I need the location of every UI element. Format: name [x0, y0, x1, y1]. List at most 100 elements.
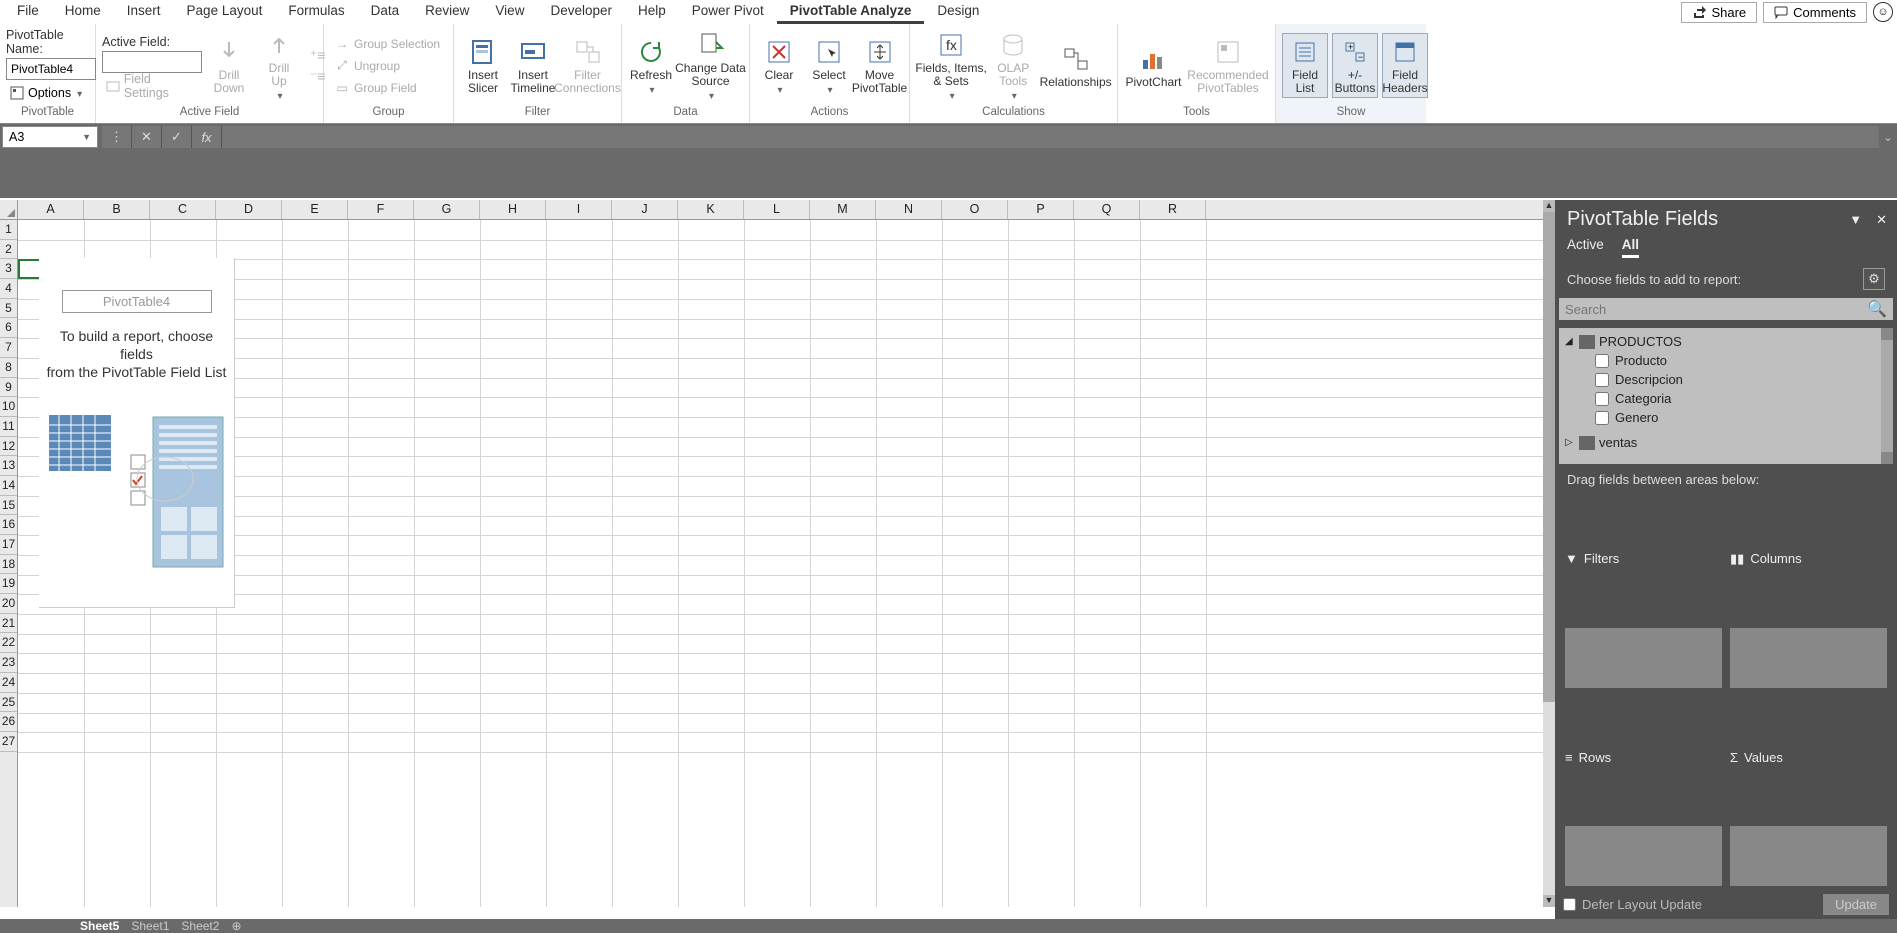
- row-header[interactable]: 15: [0, 496, 17, 516]
- row-header[interactable]: 26: [0, 712, 17, 732]
- field-genero[interactable]: Genero: [1565, 408, 1887, 427]
- column-header[interactable]: E: [282, 200, 348, 219]
- field-descripcion-checkbox[interactable]: [1595, 373, 1609, 387]
- cancel-formula-icon[interactable]: ✕: [132, 126, 162, 148]
- move-pivottable-button[interactable]: Move PivotTable: [856, 34, 903, 97]
- tab-insert[interactable]: Insert: [114, 0, 174, 24]
- tab-help[interactable]: Help: [625, 0, 679, 24]
- fields-search-input[interactable]: [1565, 302, 1867, 317]
- row-header[interactable]: 23: [0, 653, 17, 673]
- row-header[interactable]: 24: [0, 673, 17, 693]
- tab-developer[interactable]: Developer: [537, 0, 625, 24]
- sheet-tab[interactable]: Sheet2: [181, 919, 219, 933]
- row-header[interactable]: 8: [0, 358, 17, 378]
- field-genero-checkbox[interactable]: [1595, 411, 1609, 425]
- scrollbar-thumb[interactable]: [1543, 212, 1555, 702]
- collapse-icon[interactable]: ◢: [1565, 336, 1575, 347]
- row-header[interactable]: 5: [0, 299, 17, 319]
- row-header[interactable]: 13: [0, 456, 17, 476]
- pane-settings-gear-icon[interactable]: ⚙: [1863, 268, 1885, 290]
- table-productos[interactable]: ◢ PRODUCTOS: [1565, 332, 1887, 351]
- column-header[interactable]: G: [414, 200, 480, 219]
- insert-timeline-button[interactable]: Insert Timeline: [510, 34, 556, 97]
- row-header[interactable]: 19: [0, 574, 17, 594]
- row-header[interactable]: 4: [0, 279, 17, 299]
- change-data-source-button[interactable]: Change Data Source: [678, 27, 743, 104]
- tab-review[interactable]: Review: [412, 0, 482, 24]
- pane-dropdown-icon[interactable]: ▼: [1849, 212, 1862, 228]
- formula-input[interactable]: [222, 126, 1879, 148]
- column-header[interactable]: B: [84, 200, 150, 219]
- column-header[interactable]: J: [612, 200, 678, 219]
- pane-close-icon[interactable]: ✕: [1876, 212, 1887, 228]
- column-header[interactable]: O: [942, 200, 1008, 219]
- row-header[interactable]: 18: [0, 555, 17, 575]
- tab-power-pivot[interactable]: Power Pivot: [679, 0, 777, 24]
- table-ventas[interactable]: ▷ ventas: [1565, 433, 1887, 452]
- group-selection-button[interactable]: →Group Selection: [330, 33, 444, 55]
- columns-drop-area[interactable]: [1730, 628, 1887, 688]
- tab-data[interactable]: Data: [358, 0, 413, 24]
- fields-items-sets-button[interactable]: fx Fields, Items, & Sets: [916, 27, 986, 104]
- scroll-up-icon[interactable]: ▲: [1543, 200, 1555, 212]
- sheet-tab[interactable]: Sheet1: [131, 919, 169, 933]
- field-descripcion[interactable]: Descripcion: [1565, 370, 1887, 389]
- group-field-button[interactable]: ▭Group Field: [330, 77, 444, 99]
- filter-connections-button[interactable]: Filter Connections: [560, 34, 615, 97]
- scroll-down-icon[interactable]: [1881, 452, 1893, 464]
- enter-formula-icon[interactable]: ✓: [162, 126, 192, 148]
- row-header[interactable]: 7: [0, 338, 17, 358]
- column-header[interactable]: P: [1008, 200, 1074, 219]
- scroll-up-icon[interactable]: [1881, 328, 1893, 340]
- field-categoria[interactable]: Categoria: [1565, 389, 1887, 408]
- tab-home[interactable]: Home: [52, 0, 114, 24]
- pivotchart-button[interactable]: PivotChart: [1124, 41, 1183, 91]
- fx-icon[interactable]: fx: [192, 126, 222, 148]
- field-producto[interactable]: Producto: [1565, 351, 1887, 370]
- update-button[interactable]: Update: [1823, 894, 1889, 915]
- column-header[interactable]: C: [150, 200, 216, 219]
- fields-list[interactable]: ◢ PRODUCTOS Producto Descripcion Categor…: [1559, 328, 1893, 464]
- grid[interactable]: PivotTable4 To build a report, choose fi…: [18, 220, 1543, 907]
- relationships-button[interactable]: Relationships: [1040, 41, 1111, 91]
- expand-formula-bar-icon[interactable]: ⌄: [1879, 131, 1897, 144]
- row-header[interactable]: 17: [0, 535, 17, 555]
- select-button[interactable]: Select: [806, 34, 852, 98]
- tab-file[interactable]: File: [4, 0, 52, 24]
- row-header[interactable]: 1: [0, 220, 17, 240]
- formula-dropdown-icon[interactable]: ⋮: [102, 126, 132, 148]
- column-headers[interactable]: ABCDEFGHIJKLMNOPQR: [18, 200, 1543, 220]
- field-list-button[interactable]: Field List: [1282, 33, 1328, 98]
- defer-layout-checkbox[interactable]: Defer Layout Update: [1563, 897, 1702, 912]
- row-header[interactable]: 11: [0, 417, 17, 437]
- row-header[interactable]: 14: [0, 476, 17, 496]
- column-header[interactable]: K: [678, 200, 744, 219]
- pane-tab-active[interactable]: Active: [1567, 237, 1604, 258]
- column-header[interactable]: H: [480, 200, 546, 219]
- tab-pivottable-analyze[interactable]: PivotTable Analyze: [777, 0, 925, 24]
- row-header[interactable]: 27: [0, 732, 17, 752]
- pivottable-name-input[interactable]: [6, 58, 96, 80]
- drill-up-button[interactable]: Drill Up: [256, 27, 302, 104]
- feedback-smiley-icon[interactable]: ☺: [1873, 2, 1893, 22]
- fields-scrollbar[interactable]: [1881, 328, 1893, 464]
- expand-icon[interactable]: ▷: [1565, 437, 1575, 448]
- row-header[interactable]: 3: [0, 259, 17, 279]
- column-header[interactable]: R: [1140, 200, 1206, 219]
- plus-minus-buttons-button[interactable]: +− +/- Buttons: [1332, 33, 1378, 98]
- options-button[interactable]: Options: [6, 82, 86, 104]
- row-header[interactable]: 10: [0, 397, 17, 417]
- row-header[interactable]: 9: [0, 378, 17, 398]
- rows-drop-area[interactable]: [1565, 826, 1722, 886]
- drill-down-button[interactable]: Drill Down: [206, 34, 252, 97]
- sheet-tab[interactable]: Sheet5: [80, 919, 119, 933]
- clear-button[interactable]: Clear: [756, 34, 802, 98]
- row-header[interactable]: 6: [0, 318, 17, 338]
- share-button[interactable]: Share: [1681, 2, 1757, 23]
- column-header[interactable]: I: [546, 200, 612, 219]
- row-header[interactable]: 20: [0, 594, 17, 614]
- column-header[interactable]: D: [216, 200, 282, 219]
- field-categoria-checkbox[interactable]: [1595, 392, 1609, 406]
- row-headers[interactable]: 1234567891011121314151617181920212223242…: [0, 220, 18, 907]
- column-header[interactable]: M: [810, 200, 876, 219]
